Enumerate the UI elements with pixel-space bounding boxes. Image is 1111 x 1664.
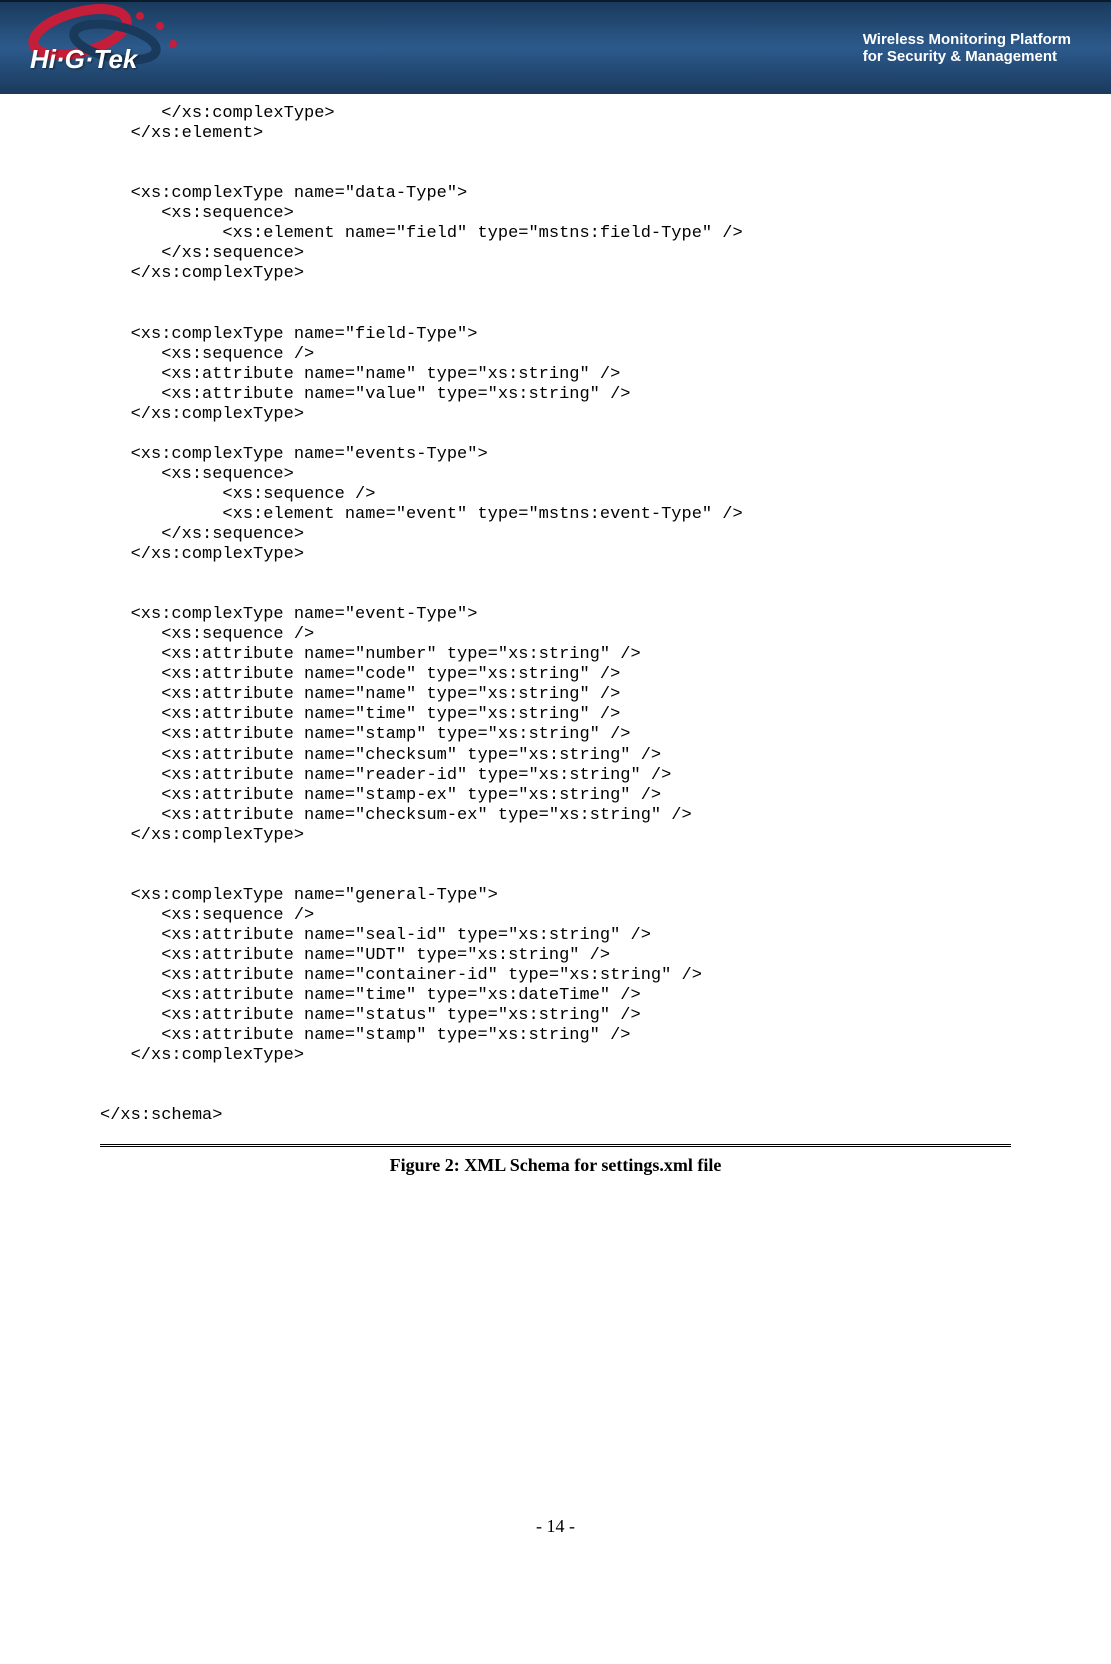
page-content: </xs:complexType> </xs:element> <xs:comp… [0, 94, 1111, 1196]
page-number: - 14 - [0, 1516, 1111, 1547]
figure-caption: Figure 2: XML Schema for settings.xml fi… [100, 1155, 1011, 1176]
tagline: Wireless Monitoring Platform for Securit… [863, 31, 1071, 65]
figure-divider [100, 1144, 1011, 1147]
tagline-line1: Wireless Monitoring Platform [863, 31, 1071, 48]
logo-text: Hi·G·Tek [30, 44, 137, 75]
tagline-line2: for Security & Management [863, 48, 1071, 65]
document-header: Hi·G·Tek Wireless Monitoring Platform fo… [0, 0, 1111, 94]
xml-schema-code: </xs:complexType> </xs:element> <xs:comp… [100, 104, 1011, 1126]
